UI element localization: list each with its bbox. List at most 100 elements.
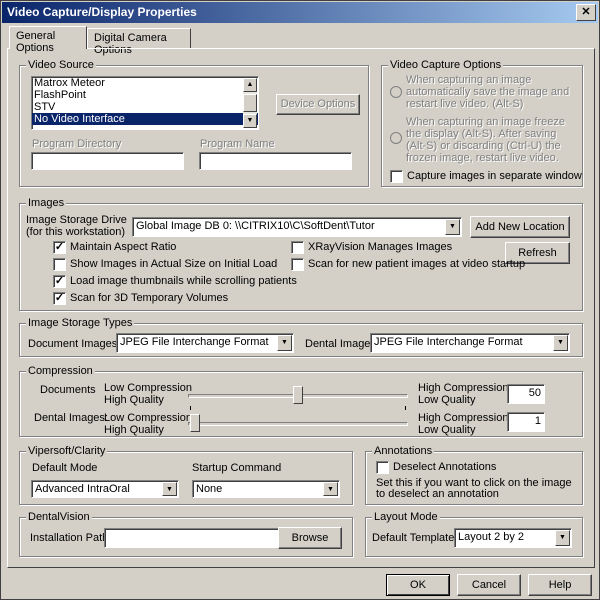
documents-high-compression-label: High Compression <box>418 382 509 394</box>
tab-digital-camera-options[interactable]: Digital Camera Options <box>87 28 191 56</box>
document-images-label: Document Images <box>28 338 118 350</box>
dental-images-compression-label: Dental Images: <box>34 412 108 424</box>
startup-command-value: None <box>196 483 223 495</box>
compression-group: Compression Documents Low Compression Hi… <box>19 365 583 437</box>
program-directory-input[interactable] <box>31 152 184 170</box>
properties-window: Video Capture/Display Properties ✕ Gener… <box>0 0 600 600</box>
chevron-down-icon: ▼ <box>559 534 566 541</box>
dropdown-arrow-button[interactable]: ▼ <box>555 530 570 546</box>
device-options-button[interactable]: Device Options <box>276 94 360 115</box>
check-icon: ✓ <box>54 241 65 253</box>
dental-images-dropdown[interactable]: JPEG File Interchange Format ▼ <box>370 333 570 353</box>
default-mode-label: Default Mode <box>32 462 98 474</box>
dropdown-arrow-button[interactable]: ▼ <box>162 482 177 496</box>
dropdown-arrow-button[interactable]: ▼ <box>553 335 568 351</box>
help-button[interactable]: Help <box>528 574 592 596</box>
video-capture-options-group: Video Capture Options When capturing an … <box>381 59 583 187</box>
dental-high-quality-label: High Quality <box>104 424 164 436</box>
installation-path-input[interactable] <box>104 528 284 548</box>
actual-size-checkbox[interactable] <box>53 258 66 271</box>
default-template-label: Default Template <box>372 532 455 544</box>
ok-button[interactable]: OK <box>386 574 450 596</box>
video-source-title: Video Source <box>26 59 96 71</box>
default-mode-dropdown[interactable]: Advanced IntraOral ▼ <box>31 480 179 498</box>
freeze-display-radio[interactable] <box>390 132 402 144</box>
cancel-label: Cancel <box>471 579 507 591</box>
window-title: Video Capture/Display Properties <box>7 5 197 19</box>
images-title: Images <box>26 197 67 209</box>
close-button[interactable]: ✕ <box>576 4 596 21</box>
program-directory-label: Program Directory <box>32 138 122 150</box>
dropdown-arrow-button[interactable]: ▼ <box>445 219 460 235</box>
documents-low-quality-label: Low Quality <box>418 394 476 406</box>
list-item[interactable]: FlashPoint <box>32 89 258 101</box>
document-images-value: JPEG File Interchange Format <box>120 336 269 348</box>
dental-slider-thumb[interactable] <box>190 414 201 432</box>
documents-compression-input[interactable]: 50 <box>507 384 545 404</box>
maintain-aspect-ratio-checkbox[interactable]: ✓ <box>53 241 66 254</box>
vipersoft-clarity-group: Vipersoft/Clarity Default Mode Advanced … <box>19 445 353 505</box>
actual-size-label: Show Images in Actual Size on Initial Lo… <box>70 258 278 270</box>
program-name-label: Program Name <box>200 138 275 150</box>
tab-general-options[interactable]: General Options <box>9 26 87 54</box>
default-template-value: Layout 2 by 2 <box>458 531 525 543</box>
installation-path-label: Installation Path <box>30 532 109 544</box>
documents-low-compression-label: Low Compression <box>104 382 193 394</box>
arrow-down-icon: ▼ <box>246 117 254 124</box>
dental-images-value: JPEG File Interchange Format <box>374 336 523 348</box>
device-options-label: Device Options <box>280 98 356 110</box>
chevron-down-icon: ▼ <box>166 486 173 493</box>
list-scrollbar[interactable]: ▲ ▼ <box>243 78 257 128</box>
separate-window-checkbox[interactable] <box>390 170 403 183</box>
list-item[interactable]: STV <box>32 101 258 113</box>
load-thumbnails-checkbox[interactable]: ✓ <box>53 275 66 288</box>
xrayvision-checkbox[interactable] <box>291 241 304 254</box>
chevron-down-icon: ▼ <box>327 486 334 493</box>
dropdown-arrow-button[interactable]: ▼ <box>323 482 338 496</box>
dental-slider-track[interactable] <box>188 422 408 426</box>
chevron-down-icon: ▼ <box>449 223 456 230</box>
add-new-location-button[interactable]: Add New Location <box>470 216 570 238</box>
documents-label: Documents <box>40 384 96 396</box>
scan-new-images-label: Scan for new patient images at video sta… <box>308 258 526 270</box>
browse-button[interactable]: Browse <box>278 527 342 549</box>
program-name-input[interactable] <box>199 152 352 170</box>
image-storage-types-group: Image Storage Types Document Images JPEG… <box>19 317 583 357</box>
scan-new-images-checkbox[interactable] <box>291 258 304 271</box>
scroll-up-button[interactable]: ▲ <box>243 78 257 92</box>
tab-label: General Options <box>16 30 56 54</box>
documents-slider-thumb[interactable] <box>293 386 303 404</box>
document-images-dropdown[interactable]: JPEG File Interchange Format ▼ <box>116 333 294 353</box>
maintain-aspect-ratio-label: Maintain Aspect Ratio <box>70 241 177 253</box>
ok-label: OK <box>410 579 426 591</box>
images-group: Images Image Storage Drive (for this wor… <box>19 197 583 311</box>
cancel-button[interactable]: Cancel <box>457 574 521 596</box>
storage-drive-dropdown[interactable]: Global Image DB 0: \\CITRIX10\C\SoftDent… <box>132 217 462 237</box>
storage-drive-value: Global Image DB 0: \\CITRIX10\C\SoftDent… <box>136 220 375 232</box>
video-source-list[interactable]: Matrox Meteor FlashPoint STV No Video In… <box>31 76 259 130</box>
freeze-display-radio-label: When capturing an image freeze the displ… <box>406 116 565 164</box>
slider-tick <box>190 406 191 410</box>
scroll-thumb[interactable] <box>243 94 257 112</box>
documents-high-quality-label: High Quality <box>104 394 164 406</box>
scan-3d-checkbox[interactable]: ✓ <box>53 292 66 305</box>
add-new-location-label: Add New Location <box>475 221 565 233</box>
list-item[interactable]: Matrox Meteor <box>32 77 258 89</box>
scroll-down-button[interactable]: ▼ <box>243 114 257 128</box>
startup-command-dropdown[interactable]: None ▼ <box>192 480 340 498</box>
dental-high-compression-label: High Compression <box>418 412 509 424</box>
dental-compression-input[interactable]: 1 <box>507 412 545 432</box>
storage-drive-label: Image Storage Drive (for this workstatio… <box>26 214 127 238</box>
dentalvision-group: DentalVision Installation Path Browse <box>19 511 353 557</box>
auto-save-radio[interactable] <box>390 86 402 98</box>
startup-command-label: Startup Command <box>192 462 282 474</box>
dental-low-quality-label: Low Quality <box>418 424 476 436</box>
dropdown-arrow-button[interactable]: ▼ <box>277 335 292 351</box>
scan-3d-label: Scan for 3D Temporary Volumes <box>70 292 229 304</box>
deselect-annotations-checkbox[interactable] <box>376 461 389 474</box>
list-item-selected[interactable]: No Video Interface <box>32 113 258 125</box>
default-template-dropdown[interactable]: Layout 2 by 2 ▼ <box>454 528 572 548</box>
arrow-up-icon: ▲ <box>246 81 254 88</box>
chevron-down-icon: ▼ <box>281 339 288 346</box>
dental-low-compression-label: Low Compression <box>104 412 193 424</box>
